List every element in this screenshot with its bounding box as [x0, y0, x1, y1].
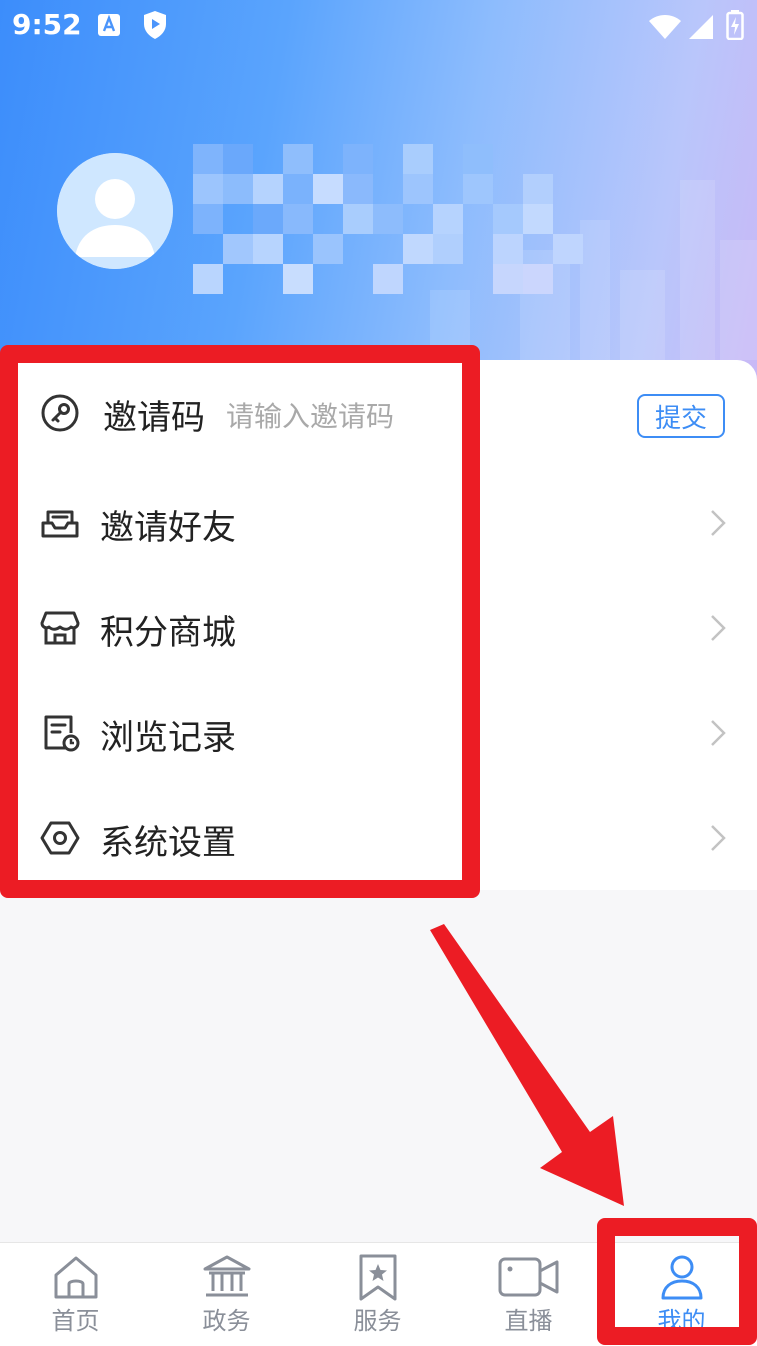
avatar[interactable]	[57, 153, 173, 269]
profile-header: 9:52	[0, 0, 757, 400]
tab-live[interactable]: 直播	[453, 1243, 604, 1346]
tab-label: 政务	[202, 1307, 251, 1335]
skyline-decoration	[620, 270, 665, 360]
username-redacted	[193, 144, 583, 300]
signal-icon	[689, 15, 713, 39]
service-bookmark-icon	[359, 1254, 396, 1301]
chevron-right-icon	[711, 510, 726, 536]
wifi-icon	[649, 15, 681, 39]
annotation-menu-highlight	[0, 345, 480, 898]
battery-icon	[726, 10, 744, 40]
chevron-right-icon	[711, 615, 726, 641]
status-bar: 9:52	[0, 0, 757, 52]
shield-icon	[144, 11, 166, 39]
tab-services[interactable]: 服务	[302, 1243, 453, 1346]
annotation-arrow-icon	[430, 924, 624, 1206]
video-camera-icon	[498, 1257, 558, 1297]
submit-button[interactable]: 提交	[637, 394, 725, 438]
annotation-tab-highlight	[597, 1218, 757, 1345]
avatar-icon	[57, 153, 173, 269]
home-icon	[54, 1256, 97, 1299]
government-icon	[203, 1255, 250, 1297]
tab-home[interactable]: 首页	[0, 1243, 151, 1346]
skyline-decoration	[580, 220, 610, 360]
tab-label: 直播	[504, 1307, 553, 1335]
chevron-right-icon	[711, 720, 726, 746]
tab-label: 首页	[51, 1307, 100, 1335]
status-time: 9:52	[12, 8, 82, 41]
app-notification-icon	[98, 14, 120, 36]
skyline-decoration	[680, 180, 715, 360]
chevron-right-icon	[711, 825, 726, 851]
tab-government[interactable]: 政务	[151, 1243, 302, 1346]
tab-label: 服务	[353, 1307, 402, 1335]
skyline-decoration	[720, 240, 757, 360]
